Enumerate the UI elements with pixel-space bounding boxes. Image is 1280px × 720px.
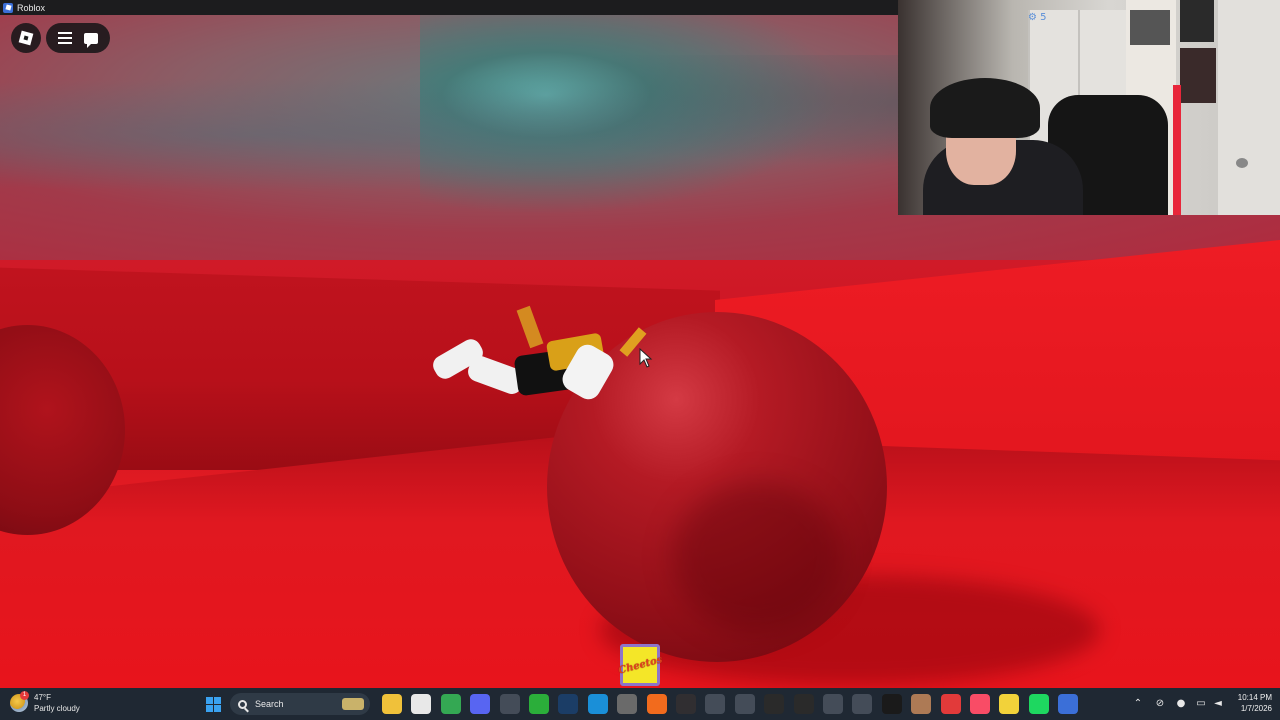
chevron-up-icon[interactable]: ⌃ [1131, 696, 1145, 710]
taskbar-search[interactable] [230, 693, 370, 715]
hamburger-menu-icon[interactable] [58, 29, 72, 47]
player-avatar [428, 305, 647, 417]
weather-badge: 1 [20, 691, 29, 700]
discord-icon[interactable] [470, 694, 491, 714]
window-title: Roblox [17, 2, 46, 13]
start-button[interactable] [203, 694, 223, 714]
webcam-overlay: ⚙ 5 [898, 0, 1280, 215]
hotbar-item-label: Cheetos [616, 653, 664, 677]
weather-condition: Partly cloudy [34, 704, 80, 713]
epic-games-icon[interactable] [764, 694, 785, 714]
streamer-beanie [930, 78, 1040, 138]
poster [1130, 10, 1170, 45]
network-off-icon[interactable]: ⊘ [1153, 696, 1167, 710]
apple-music-icon[interactable] [970, 694, 990, 714]
chart-app-icon[interactable] [852, 694, 873, 714]
hotbar-slot-1[interactable]: Cheetos [616, 644, 664, 686]
weather-temperature: 47°F [34, 693, 51, 702]
xbox-icon[interactable] [529, 694, 549, 714]
led-light [1173, 85, 1181, 215]
speaker-icon[interactable]: ◄ [1211, 696, 1225, 710]
screen: Roblox ⚙ 5 Cheetos 1 47°F Partly cloudy … [0, 0, 1280, 720]
taskbar [0, 688, 1280, 720]
microsoft-store-icon[interactable] [411, 694, 432, 714]
brave-icon[interactable] [646, 694, 667, 714]
ea-app-icon[interactable] [734, 694, 755, 714]
capcut-icon[interactable] [793, 694, 814, 714]
roblox-logo-icon [18, 30, 34, 46]
mic-icon[interactable]: ● [1174, 696, 1188, 710]
windows-logo-icon [205, 696, 221, 712]
steam-icon[interactable] [558, 694, 579, 714]
partly-cloudy-icon: 1 [10, 691, 29, 712]
minecraft-icon[interactable] [617, 694, 638, 714]
media-4k-icon[interactable] [823, 694, 843, 714]
chrome-icon[interactable] [440, 694, 461, 714]
youtube-studio-icon[interactable] [940, 694, 961, 714]
poster [1180, 0, 1214, 42]
weather-widget[interactable]: 1 47°F Partly cloudy [10, 691, 80, 714]
roblox-icon[interactable] [1058, 694, 1079, 714]
roblox-top-controls [46, 23, 110, 53]
obs-icon[interactable] [676, 694, 696, 714]
clock-date: 1/7/2026 [1240, 704, 1272, 713]
roblox-icon [3, 2, 13, 13]
back-wall [1218, 0, 1280, 215]
roblox-menu-button[interactable] [11, 23, 41, 53]
cursor-app-icon[interactable] [881, 694, 902, 714]
settings-icon[interactable] [705, 694, 726, 714]
avatar-plume [516, 305, 544, 349]
search-input[interactable] [255, 699, 325, 709]
search-icon [238, 699, 247, 709]
task-manager-icon[interactable] [499, 694, 520, 714]
clock-time: 10:14 PM [1237, 693, 1272, 702]
spotify-icon[interactable] [1028, 694, 1049, 714]
chat-icon[interactable] [84, 32, 98, 48]
edge-icon[interactable] [587, 694, 608, 714]
webcam-overlay-text: ⚙ 5 [1028, 12, 1047, 23]
search-highlight-icon [342, 698, 364, 710]
window-titlebar[interactable]: Roblox [0, 0, 898, 15]
display-icon[interactable]: ▭ [1194, 696, 1208, 710]
mouse-cursor-icon [639, 348, 653, 368]
emoji-app-icon[interactable] [999, 694, 1020, 714]
voice-app-icon[interactable] [911, 694, 932, 714]
system-clock[interactable]: 10:14 PM 1/7/2026 [1226, 692, 1272, 714]
poster [1180, 48, 1216, 103]
door-handle [1236, 158, 1248, 168]
file-explorer-icon[interactable] [382, 694, 402, 714]
